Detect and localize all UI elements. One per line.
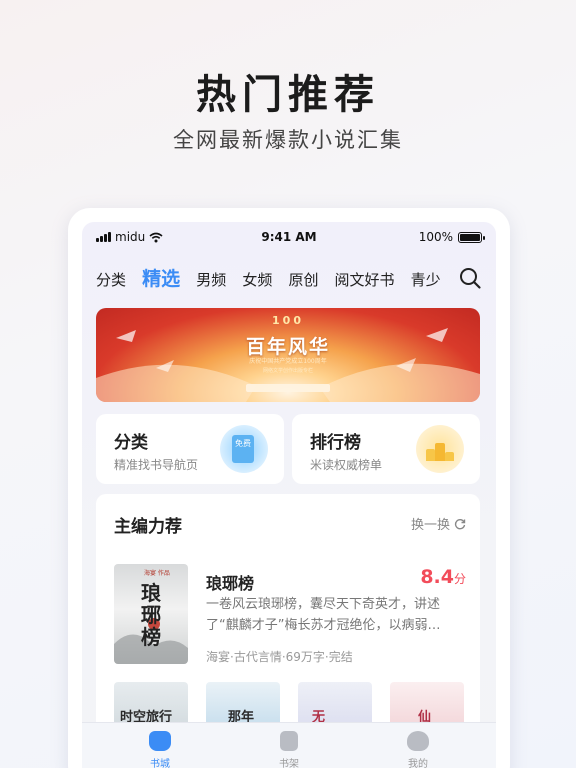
tab-bookstore[interactable]: 书城 bbox=[130, 731, 190, 768]
tab-bookshelf[interactable]: 书架 bbox=[259, 731, 319, 768]
cover-title: 琅琊榜 bbox=[141, 581, 161, 649]
refresh-label: 换一换 bbox=[410, 518, 450, 533]
refresh-button[interactable]: 换一换 bbox=[411, 514, 466, 533]
status-bar: midu 9:41 AM 100% bbox=[82, 230, 496, 248]
ranking-card-title: 排行榜 bbox=[310, 433, 361, 453]
tab-yuewen-haoshu[interactable]: 阅文好书 bbox=[335, 265, 395, 294]
banner-logo: 100 bbox=[272, 314, 304, 327]
status-right: 100% bbox=[418, 230, 485, 244]
book-description: 一卷风云琅琊榜，囊尽天下奇英才，讲述了“麒麟才子”梅长苏才冠绝伦，以病弱… bbox=[206, 597, 441, 633]
search-icon[interactable] bbox=[458, 266, 482, 290]
tab-nanpin[interactable]: 男频 bbox=[196, 265, 226, 294]
device-frame: midu 9:41 AM 100% 分类 精选 男频 女频 原创 阅文好书 青少 bbox=[68, 208, 510, 768]
category-card[interactable]: 分类 精准找书导航页 免费 bbox=[96, 414, 284, 484]
promo-banner[interactable]: 100 百年风华 庆祝中国共产党成立100周年 网络文学创作出版专栏 bbox=[96, 308, 480, 402]
ranking-card[interactable]: 排行榜 米读权威榜单 bbox=[292, 414, 480, 484]
cover-tag: 海宴 作品 bbox=[144, 570, 170, 577]
book-meta: 海宴·古代言情·69万字·完结 bbox=[206, 650, 353, 664]
score-unit: 分 bbox=[453, 572, 466, 586]
profile-icon bbox=[407, 731, 429, 751]
section-title: 主编力荐 bbox=[114, 517, 182, 537]
tab-mine[interactable]: 我的 bbox=[388, 731, 448, 768]
category-card-subtitle: 精准找书导航页 bbox=[114, 458, 199, 472]
tab-bookstore-label: 书城 bbox=[150, 759, 170, 768]
hero-title: 热门推荐 bbox=[196, 72, 380, 118]
book-score: 8.4分 bbox=[420, 566, 466, 588]
tab-qingshao[interactable]: 青少 bbox=[411, 265, 441, 294]
refresh-icon bbox=[454, 518, 466, 529]
app-screen: midu 9:41 AM 100% 分类 精选 男频 女频 原创 阅文好书 青少 bbox=[82, 222, 496, 768]
banner-title: 百年风华 bbox=[245, 336, 330, 358]
bottom-tabbar: 书城 书架 我的 bbox=[82, 722, 496, 768]
battery-icon bbox=[458, 231, 485, 243]
banner-caption: 庆祝中国共产党成立100周年 bbox=[249, 358, 327, 365]
book-title[interactable]: 琅琊榜 bbox=[206, 570, 254, 594]
tab-fenlei[interactable]: 分类 bbox=[96, 265, 126, 294]
bookstore-icon bbox=[149, 731, 171, 751]
free-book-icon: 免费 bbox=[220, 425, 268, 473]
book-cover[interactable]: 海宴 作品 琅琊榜 bbox=[114, 564, 188, 664]
ranking-card-subtitle: 米读权威榜单 bbox=[310, 458, 383, 472]
tab-nvpin[interactable]: 女频 bbox=[242, 265, 272, 294]
category-nav: 分类 精选 男频 女频 原创 阅文好书 青少 bbox=[96, 264, 446, 294]
battery-percent: 100% bbox=[418, 230, 453, 244]
tab-mine-label: 我的 bbox=[408, 759, 428, 768]
tab-yuanchuang[interactable]: 原创 bbox=[288, 265, 318, 294]
score-value: 8.4 bbox=[420, 566, 454, 588]
tab-bookshelf-label: 书架 bbox=[279, 759, 299, 768]
category-card-title: 分类 bbox=[114, 433, 148, 453]
free-book-icon-text: 免费 bbox=[232, 435, 254, 463]
podium-icon bbox=[416, 425, 464, 473]
bookshelf-icon bbox=[280, 731, 298, 751]
hero-subtitle: 全网最新爆款小说汇集 bbox=[173, 128, 403, 152]
banner-caption-2: 网络文学创作出版专栏 bbox=[262, 368, 313, 374]
tab-jingxuan[interactable]: 精选 bbox=[142, 264, 180, 294]
